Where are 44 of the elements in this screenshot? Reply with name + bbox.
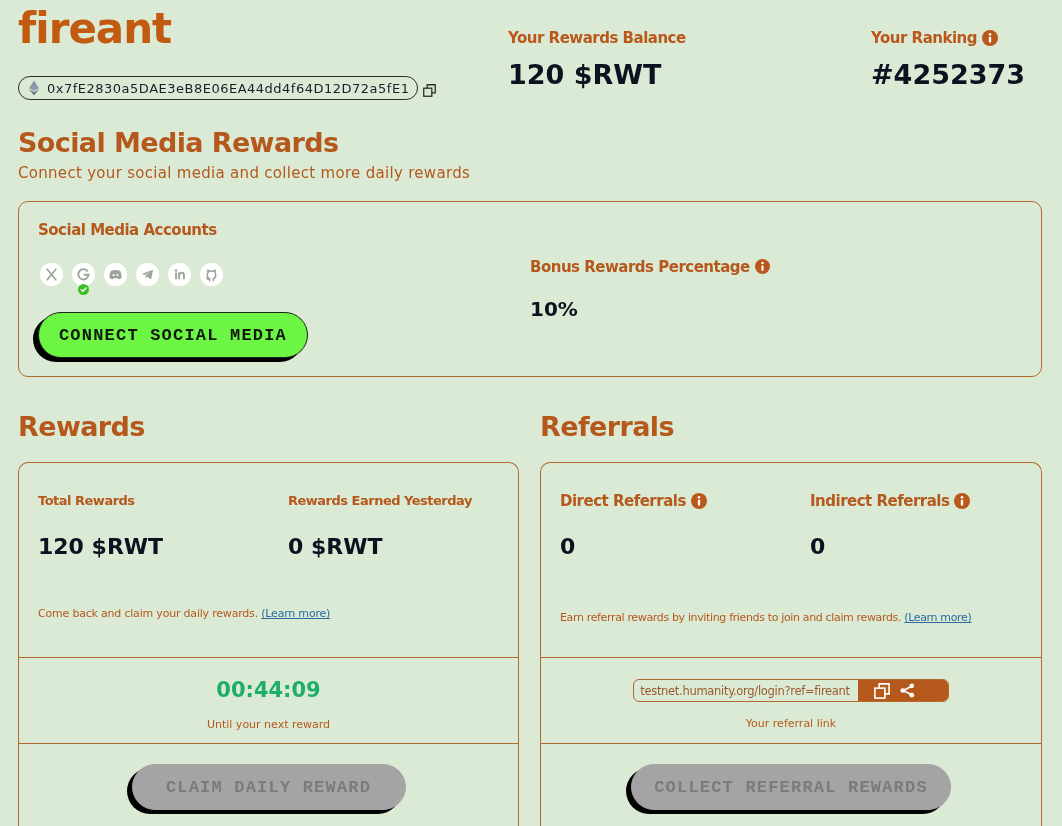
learn-more-link[interactable]: (Learn more) <box>904 611 972 624</box>
stat-label: Your Rewards Balance <box>508 29 686 47</box>
bonus-value: 10% <box>530 295 579 322</box>
referral-link-field[interactable]: testnet.humanity.org/login?ref=fireant <box>633 679 949 702</box>
stat-label: Indirect Referrals <box>810 492 950 510</box>
section-subtitle: Connect your social media and collect more daily rewards <box>18 164 472 182</box>
x-logo-icon <box>40 263 63 286</box>
copy-icon[interactable] <box>423 83 437 97</box>
referral-link: testnet.humanity.org/login?ref=fireant <box>639 682 851 700</box>
countdown-timer: 00:44:09 <box>216 677 321 703</box>
copy-icon[interactable] <box>873 682 890 699</box>
stat-value: 0 $RWT <box>288 533 384 561</box>
discord-logo-icon <box>104 263 127 286</box>
stat-label: Total Rewards <box>38 492 135 510</box>
stat-label: Direct Referrals <box>560 492 686 510</box>
section-title: Rewards <box>18 412 146 442</box>
stat-label: Rewards Earned Yesterday <box>288 492 472 510</box>
stat-value: 120 $RWT <box>38 533 165 561</box>
bonus-label: Bonus Rewards Percentage <box>530 257 750 276</box>
stat-value: #4252373 <box>871 60 1027 90</box>
info-icon[interactable] <box>954 493 971 509</box>
info-icon[interactable] <box>754 259 770 274</box>
stat-value: 0 <box>560 533 577 561</box>
username-title: fireant <box>18 6 173 52</box>
section-title: Referrals <box>540 412 675 442</box>
google-logo-icon <box>72 263 95 286</box>
telegram-logo-icon <box>136 263 159 286</box>
diamond-icon <box>29 80 39 96</box>
wallet-address: 0x7fE2830a5DAE3eB8E06EA44dd4f64D12D72a5fE1 <box>47 80 410 96</box>
info-icon[interactable] <box>690 493 707 509</box>
referrals-note: Earn referral rewards by inviting friends to join and claim rewards. (Learn more) <box>560 611 973 625</box>
learn-more-link[interactable]: (Learn more) <box>261 607 331 620</box>
stat-value: 120 $RWT <box>508 60 663 90</box>
share-icon[interactable] <box>899 683 915 698</box>
linkedin-logo-icon <box>168 263 191 286</box>
section-title: Social Media Rewards <box>18 128 340 158</box>
stat-label: Your Ranking <box>871 29 977 47</box>
rewards-note: Come back and claim your daily rewards. (Learn more) <box>38 607 332 621</box>
accounts-label: Social Media Accounts <box>38 221 218 239</box>
stat-value: 0 <box>810 533 827 561</box>
info-icon[interactable] <box>982 30 998 46</box>
timer-caption: Until your next reward <box>206 718 331 732</box>
github-logo-icon <box>200 263 223 286</box>
referral-link-caption: Your referral link <box>745 717 837 731</box>
